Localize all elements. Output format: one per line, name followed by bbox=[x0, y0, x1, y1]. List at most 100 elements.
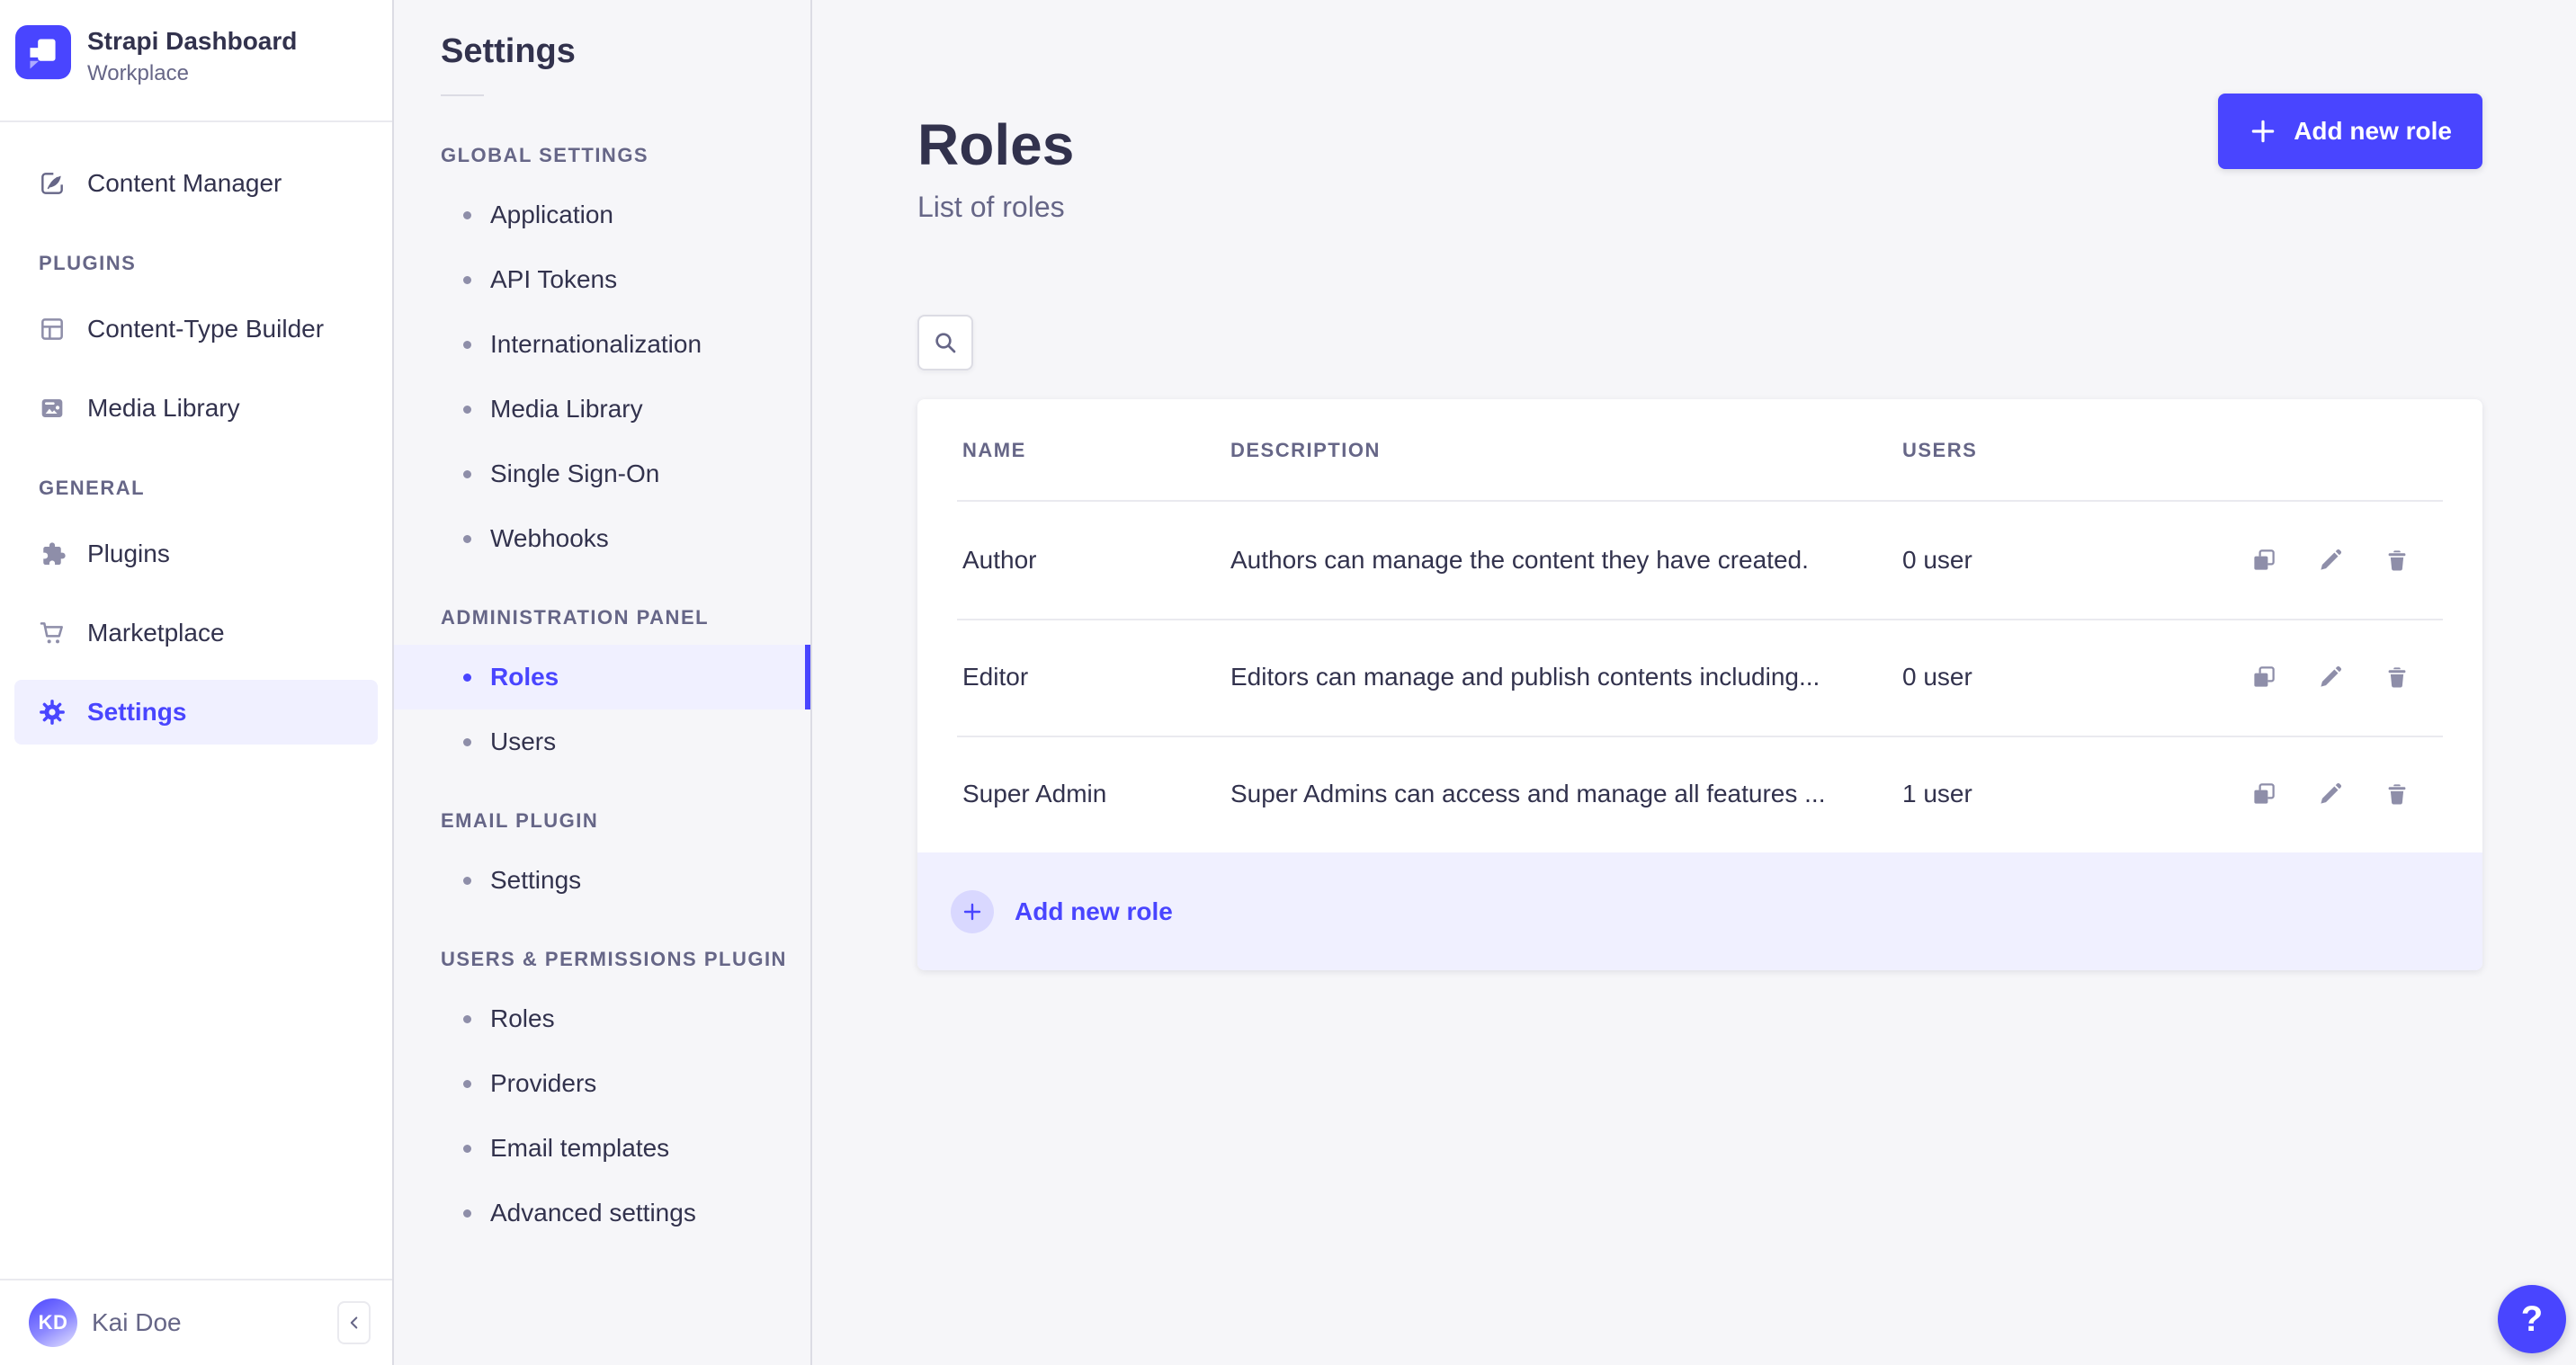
image-icon bbox=[38, 394, 67, 423]
bullet-icon bbox=[463, 534, 471, 543]
subnav-section-email-plugin: Email Plugin bbox=[441, 809, 599, 832]
main-content: Roles List of roles Add new role Name De… bbox=[812, 0, 2576, 1365]
bullet-icon bbox=[463, 1209, 471, 1218]
delete-trash-icon[interactable] bbox=[2384, 781, 2411, 807]
role-description: Super Admins can access and manage all f… bbox=[1230, 780, 1826, 807]
bullet-icon bbox=[463, 876, 471, 885]
sidebar-item-content-type-builder[interactable]: Content-Type Builder bbox=[14, 297, 378, 361]
table-row-super-admin[interactable]: Super Admin Super Admins can access and … bbox=[917, 736, 2482, 852]
brand: Strapi Dashboard Workplace bbox=[0, 0, 392, 86]
duplicate-icon[interactable] bbox=[2250, 547, 2277, 574]
search-icon bbox=[931, 328, 960, 357]
section-title-general: General bbox=[39, 477, 146, 499]
role-users-count: 1 user bbox=[1902, 780, 1972, 807]
subnav-item-api-tokens[interactable]: API Tokens bbox=[394, 247, 810, 312]
bullet-icon bbox=[463, 1079, 471, 1088]
bullet-icon bbox=[463, 210, 471, 219]
user-row: KD Kai Doe bbox=[0, 1279, 392, 1365]
subnav-item-email-settings[interactable]: Settings bbox=[394, 848, 810, 913]
role-description: Authors can manage the content they have… bbox=[1230, 546, 1809, 574]
subnav-section-administration-panel: Administration Panel bbox=[441, 606, 710, 629]
sidebar-item-label: Media Library bbox=[87, 394, 240, 422]
roles-table-card: Name Description Users Author Authors ca… bbox=[917, 399, 2482, 970]
bullet-icon bbox=[463, 1014, 471, 1023]
bullet-icon bbox=[463, 340, 471, 349]
subnav-section-users-permissions-plugin: Users & Permissions plugin bbox=[441, 948, 787, 970]
column-header-name: Name bbox=[962, 439, 1026, 461]
bullet-icon bbox=[463, 1144, 471, 1153]
main-sidebar: Strapi Dashboard Workplace Content Manag… bbox=[0, 0, 394, 1365]
bullet-icon bbox=[463, 673, 471, 682]
sidebar-item-label: Content-Type Builder bbox=[87, 315, 325, 343]
role-users-count: 0 user bbox=[1902, 546, 1972, 574]
subnav-item-webhooks[interactable]: Webhooks bbox=[394, 506, 810, 571]
table-row-editor[interactable]: Editor Editors can manage and publish co… bbox=[917, 619, 2482, 736]
puzzle-icon bbox=[38, 540, 67, 568]
subnav-title: Settings bbox=[441, 32, 576, 70]
feather-icon bbox=[38, 169, 67, 198]
sidebar-item-label: Plugins bbox=[87, 540, 170, 567]
delete-trash-icon[interactable] bbox=[2384, 547, 2411, 574]
duplicate-icon[interactable] bbox=[2250, 781, 2277, 807]
workspace-label: Workplace bbox=[87, 61, 189, 85]
edit-pencil-icon[interactable] bbox=[2317, 547, 2344, 574]
role-name: Author bbox=[962, 546, 1037, 574]
add-new-role-button[interactable]: Add new role bbox=[2218, 94, 2482, 169]
page-subtitle: List of roles bbox=[917, 191, 1065, 224]
help-button[interactable]: ? bbox=[2498, 1285, 2566, 1353]
sidebar-item-label: Settings bbox=[87, 698, 187, 726]
collapse-sidebar-button[interactable] bbox=[337, 1301, 371, 1344]
table-footer-add-role[interactable]: Add new role bbox=[917, 852, 2482, 970]
role-name: Super Admin bbox=[962, 780, 1107, 807]
edit-pencil-icon[interactable] bbox=[2317, 781, 2344, 807]
chevron-left-icon bbox=[344, 1313, 364, 1333]
sidebar-item-marketplace[interactable]: Marketplace bbox=[14, 601, 378, 665]
bullet-icon bbox=[463, 469, 471, 478]
subnav-item-media-library[interactable]: Media Library bbox=[394, 377, 810, 442]
subnav-item-roles[interactable]: Roles bbox=[394, 645, 810, 709]
table-header-row: Name Description Users bbox=[917, 399, 2482, 502]
section-title-plugins: Plugins bbox=[39, 252, 137, 274]
plus-circle-icon bbox=[951, 889, 994, 933]
sidebar-item-settings[interactable]: Settings bbox=[14, 680, 378, 745]
duplicate-icon[interactable] bbox=[2250, 664, 2277, 691]
table-row-author[interactable]: Author Authors can manage the content th… bbox=[917, 502, 2482, 619]
user-name: Kai Doe bbox=[92, 1308, 182, 1336]
column-header-users: Users bbox=[1902, 439, 1978, 461]
subnav-item-single-sign-on[interactable]: Single Sign-On bbox=[394, 442, 810, 506]
subnav-section-global-settings: Global Settings bbox=[441, 144, 649, 166]
sidebar-item-label: Marketplace bbox=[87, 619, 225, 647]
settings-sub-nav: Settings Global Settings Application API… bbox=[394, 0, 812, 1365]
question-mark-icon: ? bbox=[2520, 1298, 2544, 1339]
strapi-logo-icon bbox=[14, 25, 72, 81]
delete-trash-icon[interactable] bbox=[2384, 664, 2411, 691]
bullet-icon bbox=[463, 405, 471, 414]
column-header-description: Description bbox=[1230, 439, 1381, 461]
subnav-item-application[interactable]: Application bbox=[394, 183, 810, 247]
role-description: Editors can manage and publish contents … bbox=[1230, 663, 1820, 691]
search-button[interactable] bbox=[917, 315, 973, 370]
sidebar-item-media-library[interactable]: Media Library bbox=[14, 376, 378, 441]
gear-icon bbox=[38, 698, 67, 727]
role-users-count: 0 user bbox=[1902, 663, 1972, 691]
edit-pencil-icon[interactable] bbox=[2317, 664, 2344, 691]
subnav-item-users[interactable]: Users bbox=[394, 709, 810, 774]
main-nav: Content Manager Plugins Content-Type Bui… bbox=[0, 122, 392, 745]
sidebar-item-plugins[interactable]: Plugins bbox=[14, 522, 378, 586]
page-title: Roles bbox=[917, 112, 1075, 177]
role-name: Editor bbox=[962, 663, 1029, 691]
cart-icon bbox=[38, 619, 67, 647]
bullet-icon bbox=[463, 737, 471, 746]
subnav-item-providers[interactable]: Providers bbox=[394, 1051, 810, 1116]
sidebar-item-content-manager[interactable]: Content Manager bbox=[14, 151, 378, 216]
plus-icon bbox=[2249, 117, 2277, 146]
subnav-item-internationalization[interactable]: Internationalization bbox=[394, 312, 810, 377]
subnav-item-email-templates[interactable]: Email templates bbox=[394, 1116, 810, 1181]
app-title: Strapi Dashboard bbox=[87, 27, 298, 55]
layout-grid-icon bbox=[38, 315, 67, 343]
divider bbox=[441, 94, 484, 96]
avatar: KD bbox=[29, 1298, 77, 1347]
sidebar-item-label: Content Manager bbox=[87, 169, 282, 197]
subnav-item-advanced-settings[interactable]: Advanced settings bbox=[394, 1181, 810, 1245]
subnav-item-up-roles[interactable]: Roles bbox=[394, 986, 810, 1051]
